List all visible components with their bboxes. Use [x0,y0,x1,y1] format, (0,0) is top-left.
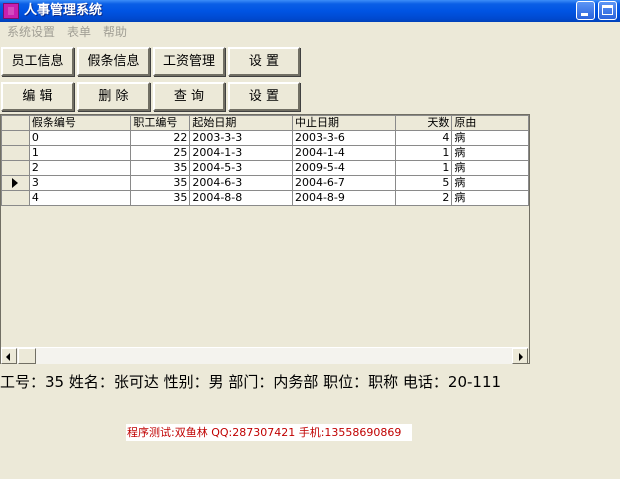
header-days[interactable]: 天数 [394,115,453,131]
table-row[interactable]: 1 25 2004-1-3 2004-1-4 1 病 [1,145,529,161]
header-employee-id[interactable]: 职工编号 [130,115,191,131]
current-row-arrow-icon [12,178,19,188]
row-indicator[interactable] [1,130,30,146]
leave-info-button[interactable]: 假条信息 [77,47,150,76]
scroll-left-button[interactable] [1,348,17,364]
cell-days[interactable]: 5 [394,175,453,191]
row-indicator[interactable] [1,175,30,191]
cell-leave-id[interactable]: 3 [28,175,132,191]
menu-bar: 系统设置 表单 帮助 [0,22,620,42]
cell-end-date[interactable]: 2004-8-9 [291,190,396,206]
cell-employee-id[interactable]: 22 [130,130,191,146]
cell-days[interactable]: 2 [394,190,453,206]
cell-reason[interactable]: 病 [451,145,529,161]
edit-button[interactable]: 编 辑 [1,82,74,111]
cell-start-date[interactable]: 2004-6-3 [189,175,293,191]
minimize-button[interactable] [576,1,595,20]
cell-end-date[interactable]: 2003-3-6 [291,130,396,146]
title-bar: 人事管理系统 [0,0,620,22]
cell-days[interactable]: 4 [394,130,453,146]
header-row: 假条编号 职工编号 起始日期 中止日期 天数 原由 [1,115,529,131]
header-reason[interactable]: 原由 [451,115,529,131]
horizontal-scrollbar[interactable] [1,347,528,364]
menu-system-settings[interactable]: 系统设置 [7,25,55,39]
cell-leave-id[interactable]: 1 [28,145,132,161]
credit-label: 程序测试:双鱼林 QQ:287307421 手机:13558690869 [126,424,412,441]
header-start-date[interactable]: 起始日期 [189,115,293,131]
cell-end-date[interactable]: 2004-1-4 [291,145,396,161]
menu-help[interactable]: 帮助 [103,25,127,39]
cell-start-date[interactable]: 2004-5-3 [189,160,293,176]
table-row-current[interactable]: 3 35 2004-6-3 2004-6-7 5 病 [1,175,529,191]
cell-leave-id[interactable]: 2 [28,160,132,176]
table-row[interactable]: 0 22 2003-3-3 2003-3-6 4 病 [1,130,529,146]
cell-days[interactable]: 1 [394,145,453,161]
cell-reason[interactable]: 病 [451,190,529,206]
cell-leave-id[interactable]: 4 [28,190,132,206]
maximize-icon [602,5,613,15]
cell-leave-id[interactable]: 0 [28,130,132,146]
maximize-button[interactable] [598,1,617,20]
settings-button-bottom[interactable]: 设 置 [228,82,300,111]
header-leave-id[interactable]: 假条编号 [28,115,132,131]
arrow-right-icon [519,353,523,361]
leave-table: 假条编号 职工编号 起始日期 中止日期 天数 原由 0 22 2003-3-3 … [1,115,529,206]
scroll-thumb[interactable] [18,348,36,364]
table-row[interactable]: 2 35 2004-5-3 2009-5-4 1 病 [1,160,529,176]
settings-button-top[interactable]: 设 置 [228,47,300,76]
leave-data-grid[interactable]: 假条编号 职工编号 起始日期 中止日期 天数 原由 0 22 2003-3-3 … [0,114,530,364]
employee-info-button[interactable]: 员工信息 [1,47,74,76]
cell-reason[interactable]: 病 [451,175,529,191]
cell-end-date[interactable]: 2009-5-4 [291,160,396,176]
menu-forms[interactable]: 表单 [67,25,91,39]
header-end-date[interactable]: 中止日期 [291,115,396,131]
header-indicator [1,115,30,131]
delete-button[interactable]: 删 除 [77,82,150,111]
cell-start-date[interactable]: 2004-8-8 [189,190,293,206]
minimize-icon [581,13,588,16]
row-indicator[interactable] [1,145,30,161]
cell-reason[interactable]: 病 [451,130,529,146]
cell-days[interactable]: 1 [394,160,453,176]
app-icon [3,3,19,19]
cell-start-date[interactable]: 2004-1-3 [189,145,293,161]
cell-employee-id[interactable]: 35 [130,175,191,191]
cell-end-date[interactable]: 2004-6-7 [291,175,396,191]
cell-reason[interactable]: 病 [451,160,529,176]
cell-employee-id[interactable]: 35 [130,160,191,176]
row-indicator[interactable] [1,190,30,206]
scroll-right-button[interactable] [512,348,528,364]
query-button[interactable]: 查 询 [153,82,225,111]
row-indicator[interactable] [1,160,30,176]
employee-info-line: 工号：35 姓名：张可达 性别：男 部门：内务部 职位：职称 电话：20-111 [0,373,502,391]
window-title: 人事管理系统 [24,3,103,18]
cell-employee-id[interactable]: 25 [130,145,191,161]
salary-management-button[interactable]: 工资管理 [153,47,225,76]
table-row[interactable]: 4 35 2004-8-8 2004-8-9 2 病 [1,190,529,206]
cell-start-date[interactable]: 2003-3-3 [189,130,293,146]
arrow-left-icon [6,353,10,361]
cell-employee-id[interactable]: 35 [130,190,191,206]
